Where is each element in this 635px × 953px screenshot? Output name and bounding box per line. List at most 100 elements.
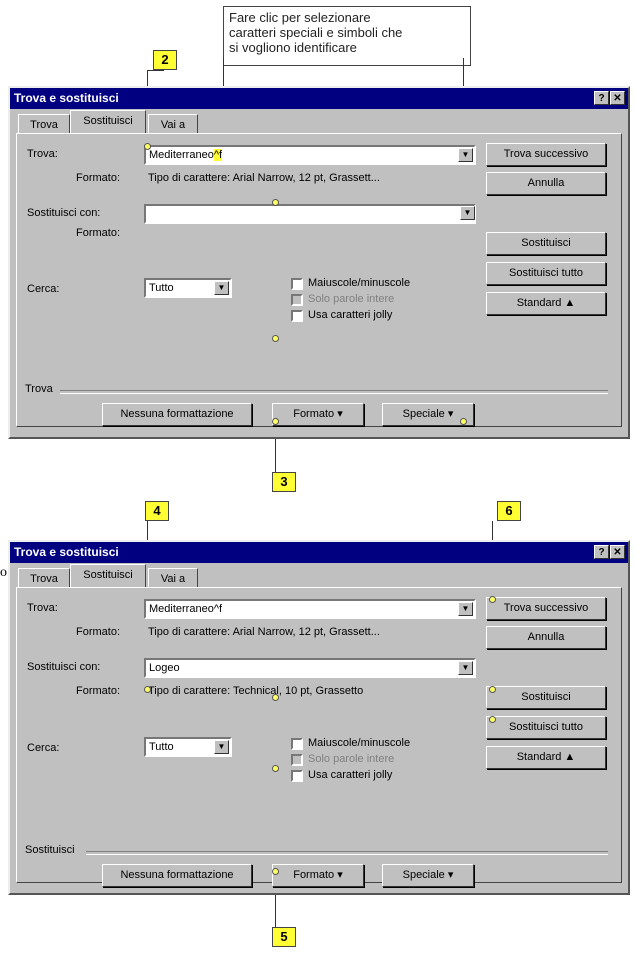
replace-format-value: Tipo di carattere: Technical, 10 pt, Gra…	[148, 685, 364, 697]
find-label: Trova:	[27, 602, 58, 614]
find-input-text: Mediterraneo	[149, 149, 214, 161]
chevron-down-icon[interactable]: ▼	[458, 148, 473, 162]
find-label: Trova:	[27, 148, 58, 160]
section-label: Sostituisci	[25, 844, 75, 856]
special-button[interactable]: Speciale ▾	[382, 864, 474, 887]
help-button[interactable]: ?	[594, 91, 609, 105]
find-replace-dialog-1: Trova e sostituisci ? ✕ Trova Sostituisc…	[8, 86, 630, 439]
replace-all-button[interactable]: Sostituisci tutto	[486, 262, 606, 285]
marker-3: 3	[272, 472, 296, 492]
checkbox-case[interactable]	[291, 738, 303, 750]
dialog-1-titlebar: Trova e sostituisci ? ✕	[10, 88, 628, 109]
close-button[interactable]: ✕	[610, 545, 625, 559]
replace-label: Sostituisci con:	[27, 207, 101, 219]
find-next-button[interactable]: Trova successivo	[486, 597, 606, 620]
dot-format	[272, 199, 279, 206]
section-divider	[86, 851, 608, 855]
no-format-button[interactable]: Nessuna formattazione	[102, 864, 252, 887]
checkbox-wildcards[interactable]	[291, 770, 303, 782]
find-input[interactable]: Mediterraneo^f ▼	[144, 145, 476, 165]
find-input-code: ^f	[213, 149, 223, 161]
option-wild-label: Usa caratteri jolly	[308, 309, 393, 321]
stray-char: o	[0, 565, 7, 580]
dot-options-2	[272, 765, 279, 772]
dot-replace-all	[489, 716, 496, 723]
replace-input[interactable]: Logeo ▼	[144, 658, 476, 678]
dot-format-button-2	[272, 868, 279, 875]
callout-line-2: caratteri speciali e simboli che	[229, 25, 403, 40]
dot-replace-start	[144, 686, 151, 693]
replace-label: Sostituisci con:	[27, 661, 101, 673]
marker-2: 2	[153, 50, 177, 70]
replace-button[interactable]: Sostituisci	[486, 686, 606, 709]
section-divider	[60, 390, 608, 394]
find-input-text: Mediterraneo^f	[149, 603, 223, 615]
option-whole-label: Solo parole intere	[308, 293, 395, 305]
dot-replace	[489, 686, 496, 693]
dot-find-start	[144, 143, 151, 150]
search-select[interactable]: Tutto ▼	[144, 278, 232, 298]
marker-4: 4	[145, 501, 169, 521]
search-select-value: Tutto	[149, 741, 174, 753]
connector-2-h	[147, 70, 164, 71]
chevron-down-icon[interactable]: ▼	[214, 281, 229, 295]
chevron-down-icon[interactable]: ▼	[458, 602, 473, 616]
chevron-down-icon[interactable]: ▼	[214, 740, 229, 754]
format-value: Tipo di carattere: Arial Narrow, 12 pt, …	[148, 626, 380, 638]
option-wild-label: Usa caratteri jolly	[308, 769, 393, 781]
replace-format-label: Formato:	[76, 227, 121, 239]
format-label: Formato:	[76, 172, 121, 184]
cancel-button[interactable]: Annulla	[486, 172, 606, 195]
format-value: Tipo di carattere: Arial Narrow, 12 pt, …	[148, 172, 380, 184]
option-case-label: Maiuscole/minuscole	[308, 277, 411, 289]
find-replace-dialog-2: Trova e sostituisci ? ✕ Trova Sostituisc…	[8, 540, 630, 895]
format-button[interactable]: Formato ▾	[272, 403, 364, 426]
section-label: Trova	[25, 383, 53, 395]
option-whole-label: Solo parole intere	[308, 753, 395, 765]
search-label: Cerca:	[27, 742, 60, 754]
tab-vai-a[interactable]: Vai a	[148, 568, 198, 588]
chevron-down-icon[interactable]: ▼	[460, 206, 475, 220]
find-next-button[interactable]: Trova successivo	[486, 143, 606, 166]
dialog-1-title: Trova e sostituisci	[14, 91, 119, 105]
option-case-label: Maiuscole/minuscole	[308, 737, 411, 749]
checkbox-case[interactable]	[291, 278, 303, 290]
cancel-button[interactable]: Annulla	[486, 626, 606, 649]
callout-line-3: si vogliono identificare	[229, 40, 357, 55]
callout-special-chars: Fare clic per selezionare caratteri spec…	[223, 6, 471, 66]
dialog-2-title: Trova e sostituisci	[14, 545, 119, 559]
tab-sostituisci[interactable]: Sostituisci	[70, 564, 146, 588]
replace-input[interactable]	[144, 204, 476, 224]
tab-vai-a[interactable]: Vai a	[148, 114, 198, 134]
no-format-button[interactable]: Nessuna formattazione	[102, 403, 252, 426]
marker-5: 5	[272, 927, 296, 947]
replace-all-button[interactable]: Sostituisci tutto	[486, 716, 606, 739]
replace-format-label: Formato:	[76, 685, 121, 697]
checkbox-whole-words	[291, 294, 303, 306]
search-select[interactable]: Tutto ▼	[144, 737, 232, 757]
close-button[interactable]: ✕	[610, 91, 625, 105]
dot-special-button	[460, 418, 467, 425]
dot-replace-format	[272, 694, 279, 701]
format-button[interactable]: Formato ▾	[272, 864, 364, 887]
checkbox-whole-words	[291, 754, 303, 766]
replace-input-text: Logeo	[149, 662, 180, 674]
chevron-down-icon[interactable]: ▼	[458, 661, 473, 675]
tab-sostituisci[interactable]: Sostituisci	[70, 110, 146, 134]
standard-button[interactable]: Standard ▲	[486, 292, 606, 315]
standard-button[interactable]: Standard ▲	[486, 746, 606, 769]
checkbox-wildcards[interactable]	[291, 310, 303, 322]
replace-button[interactable]: Sostituisci	[486, 232, 606, 255]
dot-find-next	[489, 596, 496, 603]
dialog-2-titlebar: Trova e sostituisci ? ✕	[10, 542, 628, 563]
dot-options	[272, 335, 279, 342]
callout-line-1: Fare clic per selezionare	[229, 10, 371, 25]
help-button[interactable]: ?	[594, 545, 609, 559]
find-input[interactable]: Mediterraneo^f ▼	[144, 599, 476, 619]
marker-6: 6	[497, 501, 521, 521]
tab-trova[interactable]: Trova	[18, 568, 70, 588]
dot-format-button	[272, 418, 279, 425]
tab-trova[interactable]: Trova	[18, 114, 70, 134]
search-label: Cerca:	[27, 283, 60, 295]
format-label: Formato:	[76, 626, 121, 638]
